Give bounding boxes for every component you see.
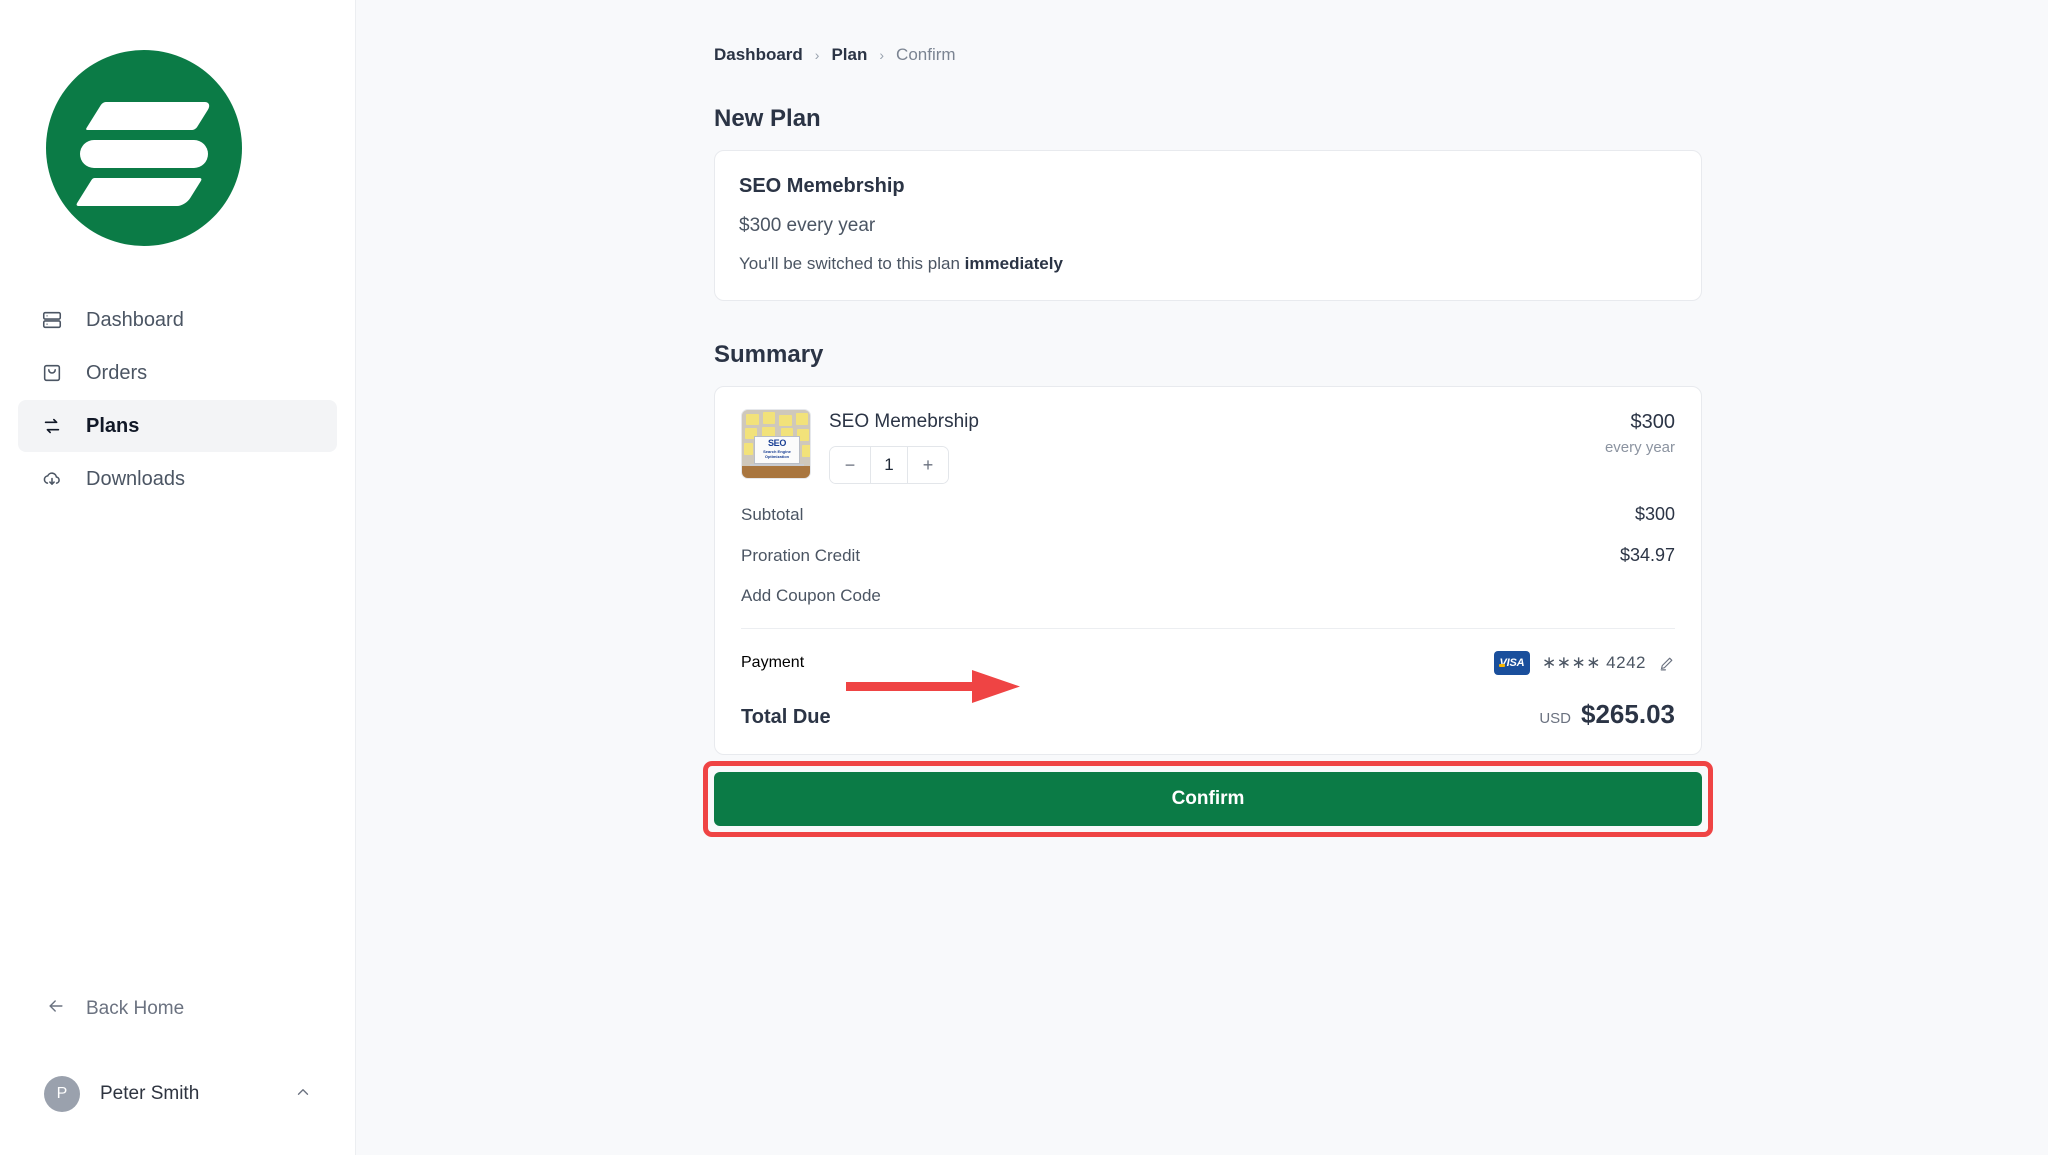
new-plan-card: SEO Memebrship $300 every year You'll be… xyxy=(714,150,1702,301)
logo-wrapper xyxy=(0,0,355,246)
quantity-value[interactable]: 1 xyxy=(870,447,908,483)
line-item-info: SEO Memebrship − 1 + xyxy=(829,409,1605,484)
breadcrumb: Dashboard › Plan › Confirm xyxy=(714,0,1744,65)
line-item-price: $300 xyxy=(1630,411,1676,433)
sticky-note xyxy=(763,412,775,424)
sidebar: Dashboard Orders Plans Downloads Back Ho… xyxy=(0,0,356,1155)
visa-accent-mark xyxy=(1498,664,1505,667)
total-due-amount: $265.03 xyxy=(1581,699,1675,729)
app-root: Dashboard Orders Plans Downloads Back Ho… xyxy=(0,0,2048,1155)
sidebar-item-label: Downloads xyxy=(86,467,185,490)
total-due-value-block: USD $265.03 xyxy=(1539,699,1675,730)
breadcrumb-item-dashboard[interactable]: Dashboard xyxy=(714,45,803,65)
payment-label: Payment xyxy=(741,654,805,671)
summary-row-label: Subtotal xyxy=(741,504,804,524)
content-column: Dashboard › Plan › Confirm New Plan SEO … xyxy=(703,0,1744,837)
summary-line-item: SEO Search Engine Optimization SEO Memebr… xyxy=(741,409,1675,484)
summary-row-proration-credit: Proration Credit $34.97 xyxy=(741,545,1675,566)
swap-arrows-icon xyxy=(40,414,64,438)
summary-heading: Summary xyxy=(714,341,824,368)
summary-row-label: Proration Credit xyxy=(741,545,861,565)
back-home-label: Back Home xyxy=(86,998,185,1019)
sidebar-item-downloads[interactable]: Downloads xyxy=(18,453,337,505)
user-menu[interactable]: P Peter Smith xyxy=(0,1069,356,1119)
plan-name: SEO Memebrship xyxy=(739,175,905,197)
sidebar-footer: Back Home P Peter Smith xyxy=(0,989,356,1155)
visa-brand-label: VISA xyxy=(1499,657,1525,669)
plan-price: $300 every year xyxy=(739,215,876,236)
quantity-decrement-button[interactable]: − xyxy=(830,447,870,483)
breadcrumb-separator: › xyxy=(814,47,820,63)
line-item-period: every year xyxy=(1604,439,1675,456)
pencil-icon[interactable] xyxy=(1658,655,1675,672)
confirm-button[interactable]: Confirm xyxy=(714,772,1702,826)
back-home-button[interactable]: Back Home xyxy=(0,989,356,1029)
user-name: Peter Smith xyxy=(100,1083,200,1104)
total-due-currency: USD xyxy=(1539,710,1572,727)
sticky-note xyxy=(796,413,808,425)
breadcrumb-item-plan[interactable]: Plan xyxy=(831,45,867,65)
arrow-left-icon xyxy=(46,996,66,1022)
summary-row-subtotal: Subtotal $300 xyxy=(741,504,1675,525)
shopping-bag-icon xyxy=(40,361,64,385)
sidebar-item-plans[interactable]: Plans xyxy=(18,400,337,452)
breadcrumb-item-confirm: Confirm xyxy=(896,45,956,64)
sidebar-item-label: Orders xyxy=(86,361,148,384)
sticky-note xyxy=(802,445,810,457)
sidebar-item-label: Plans xyxy=(86,414,140,437)
chevron-up-icon[interactable] xyxy=(294,1083,312,1106)
logo-bar-middle xyxy=(80,140,208,168)
payment-method: VISA ∗∗∗∗ 4242 xyxy=(1493,651,1675,675)
cloud-download-icon xyxy=(40,467,64,491)
card-masked-number: ∗∗∗∗ 4242 xyxy=(1541,653,1646,672)
sidebar-item-label: Dashboard xyxy=(86,308,184,331)
thumbnail-desk xyxy=(742,466,810,478)
server-icon xyxy=(40,308,64,332)
summary-card: SEO Search Engine Optimization SEO Memebr… xyxy=(714,386,1702,755)
total-due-row: Total Due USD $265.03 xyxy=(741,699,1675,730)
summary-row-value: $34.97 xyxy=(1619,545,1675,565)
main-content: Dashboard › Plan › Confirm New Plan SEO … xyxy=(356,0,2048,1155)
sidebar-nav: Dashboard Orders Plans Downloads xyxy=(0,294,355,505)
quantity-stepper: − 1 + xyxy=(829,446,949,484)
company-logo[interactable] xyxy=(46,50,242,246)
summary-divider xyxy=(741,628,1675,629)
sidebar-item-orders[interactable]: Orders xyxy=(18,347,337,399)
line-item-name: SEO Memebrship xyxy=(829,411,979,432)
quantity-increment-button[interactable]: + xyxy=(908,447,948,483)
sticky-note xyxy=(746,414,759,425)
line-item-price-block: $300 every year xyxy=(1605,409,1675,456)
logo-bar-top xyxy=(85,102,213,130)
product-thumbnail: SEO Search Engine Optimization xyxy=(741,409,811,479)
breadcrumb-separator: › xyxy=(879,47,885,63)
plan-note-emphasis: immediately xyxy=(964,254,1063,273)
payment-row: Payment VISA ∗∗∗∗ 4242 xyxy=(741,651,1675,675)
thumbnail-seo-subtext: Search Engine Optimization xyxy=(763,449,791,459)
sticky-note xyxy=(744,443,753,455)
plan-switch-note: You'll be switched to this plan immediat… xyxy=(739,254,1677,274)
add-coupon-code-link[interactable]: Add Coupon Code xyxy=(741,586,1675,606)
sticky-note xyxy=(779,415,792,426)
summary-row-value: $300 xyxy=(1634,504,1675,524)
confirm-button-wrapper: Confirm xyxy=(703,761,1713,837)
total-due-label: Total Due xyxy=(741,706,831,728)
visa-card-icon: VISA xyxy=(1493,651,1530,675)
plan-note-prefix: You'll be switched to this plan xyxy=(739,254,965,273)
avatar: P xyxy=(44,1076,80,1112)
thumbnail-seo-text: SEO xyxy=(767,438,787,448)
sidebar-item-dashboard[interactable]: Dashboard xyxy=(18,294,337,346)
logo-bar-bottom xyxy=(75,178,203,206)
new-plan-heading: New Plan xyxy=(714,105,821,132)
